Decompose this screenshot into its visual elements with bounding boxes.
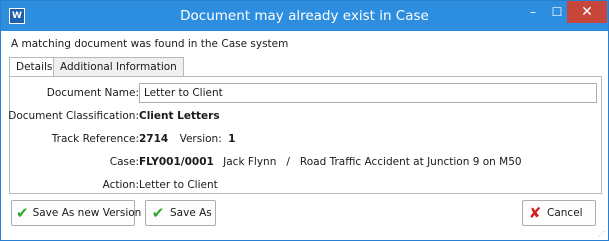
track-reference-value: 2714 Version: 1 bbox=[139, 129, 235, 149]
case-value: FLY001/0001 Jack Flynn / Road Traffic Ac… bbox=[139, 152, 522, 172]
document-name-input[interactable] bbox=[139, 83, 597, 103]
tab-details[interactable]: Details bbox=[9, 57, 60, 78]
action-label: Action: bbox=[102, 179, 139, 191]
case-row: Case: FLY001/0001 Jack Flynn / Road Traf… bbox=[10, 152, 601, 172]
dialog-window: W Document may already exist in Case – ☐… bbox=[0, 0, 609, 241]
case-description: Jack Flynn / Road Traffic Accident at Ju… bbox=[223, 156, 522, 168]
classification-value: Client Letters bbox=[139, 110, 220, 122]
case-label: Case: bbox=[109, 156, 139, 168]
track-reference-label: Track Reference: bbox=[51, 133, 139, 145]
tab-additional-information[interactable]: Additional Information bbox=[53, 57, 184, 77]
close-button[interactable]: ✕ bbox=[567, 1, 607, 23]
action-value: Letter to Client bbox=[139, 179, 218, 191]
save-as-label: Save As bbox=[170, 207, 212, 219]
title-bar[interactable]: W Document may already exist in Case – ☐… bbox=[1, 1, 608, 31]
save-as-button[interactable]: ✔ Save As bbox=[145, 200, 216, 226]
details-panel: Document Name: Document Classification: … bbox=[8, 76, 602, 195]
document-name-label: Document Name: bbox=[46, 87, 139, 99]
track-number: 2714 bbox=[139, 133, 169, 145]
track-reference-row: Track Reference: 2714 Version: 1 bbox=[10, 129, 601, 149]
cancel-label: Cancel bbox=[547, 207, 583, 219]
save-as-new-version-label: Save As new Version bbox=[32, 207, 142, 219]
case-id: FLY001/0001 bbox=[139, 156, 214, 168]
maximize-button[interactable]: ☐ bbox=[545, 1, 569, 23]
cross-icon: ✘ bbox=[528, 204, 542, 222]
resize-grip-icon[interactable]: ⋰ bbox=[598, 230, 606, 238]
check-icon: ✔ bbox=[151, 204, 165, 222]
window-title: Document may already exist in Case bbox=[180, 8, 429, 24]
version-value: 1 bbox=[228, 133, 236, 145]
version-label: Version: bbox=[179, 133, 222, 145]
check-icon: ✔ bbox=[16, 204, 29, 222]
save-as-new-version-button[interactable]: ✔ Save As new Version bbox=[11, 200, 141, 226]
document-name-row: Document Name: bbox=[10, 83, 601, 103]
cancel-button[interactable]: ✘ Cancel bbox=[522, 200, 596, 226]
minimize-button[interactable]: – bbox=[521, 1, 545, 23]
classification-row: Document Classification: Client Letters bbox=[8, 106, 601, 126]
status-message: A matching document was found in the Cas… bbox=[11, 38, 289, 50]
classification-label: Document Classification: bbox=[8, 110, 139, 122]
action-row: Action: Letter to Client bbox=[10, 175, 601, 195]
